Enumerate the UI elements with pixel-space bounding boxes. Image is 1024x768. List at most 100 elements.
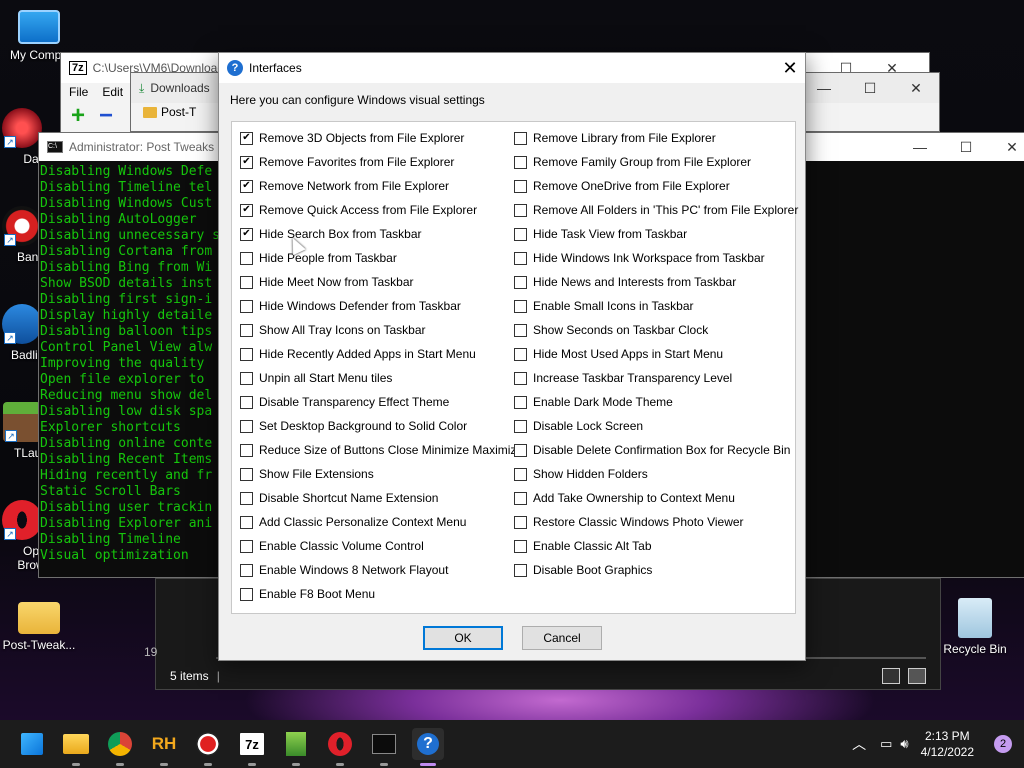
checkbox[interactable] (514, 251, 527, 265)
checkbox[interactable] (514, 275, 527, 289)
checkbox[interactable] (240, 395, 253, 409)
checkbox[interactable] (514, 323, 527, 337)
taskbar-revo-uninstaller-button[interactable]: RH (148, 728, 180, 766)
option-left_options-14[interactable]: Show File Extensions (240, 466, 374, 482)
menu-file[interactable]: File (69, 85, 88, 99)
option-left_options-1[interactable]: ✔ Remove Favorites from File Explorer (240, 154, 454, 170)
taskbar-help-button[interactable]: ? (412, 728, 444, 766)
interfaces-dialog[interactable]: ? Interfaces ✕ Here you can configure Wi… (218, 52, 806, 661)
checkbox[interactable] (514, 347, 527, 361)
details-view-icon[interactable] (882, 668, 900, 684)
checkbox[interactable] (514, 491, 527, 505)
option-left_options-15[interactable]: Disable Shortcut Name Extension (240, 490, 438, 506)
taskbar-start-button[interactable] (16, 728, 48, 760)
checkbox[interactable]: ✔ (240, 203, 253, 217)
taskbar-chrome-button[interactable] (104, 728, 136, 766)
option-left_options-10[interactable]: Unpin all Start Menu tiles (240, 370, 392, 386)
option-left_options-3[interactable]: ✔ Remove Quick Access from File Explorer (240, 202, 477, 218)
maximize-icon[interactable]: ☐ (943, 132, 989, 162)
cancel-button[interactable]: Cancel (522, 626, 602, 650)
close-icon[interactable]: ✕ (989, 132, 1024, 162)
checkbox[interactable] (514, 179, 527, 193)
option-left_options-6[interactable]: Hide Meet Now from Taskbar (240, 274, 414, 290)
option-right_options-16[interactable]: Restore Classic Windows Photo Viewer (514, 514, 744, 530)
taskbar-7zip-button[interactable]: 7z (236, 728, 268, 766)
large-icons-view-icon[interactable] (908, 668, 926, 684)
taskbar-record-button[interactable] (192, 728, 224, 766)
checkbox[interactable] (240, 275, 253, 289)
taskbar-notepad-button[interactable] (280, 728, 312, 766)
checkbox[interactable]: ✔ (240, 227, 253, 241)
option-right_options-18[interactable]: Disable Boot Graphics (514, 562, 652, 578)
checkbox[interactable] (240, 251, 253, 265)
volume-icon[interactable]: 🔊︎ (900, 736, 908, 752)
close-icon[interactable]: ✕ (775, 53, 805, 83)
checkbox[interactable] (240, 539, 253, 553)
checkbox[interactable] (514, 443, 527, 457)
checkbox[interactable] (514, 371, 527, 385)
option-right_options-6[interactable]: Hide News and Interests from Taskbar (514, 274, 736, 290)
taskbar-file-explorer-button[interactable] (60, 728, 92, 766)
checkbox[interactable] (514, 467, 527, 481)
option-left_options-13[interactable]: Reduce Size of Buttons Close Minimize Ma… (240, 442, 523, 458)
option-right_options-5[interactable]: Hide Windows Ink Workspace from Taskbar (514, 250, 765, 266)
menu-edit[interactable]: Edit (102, 85, 123, 99)
checkbox[interactable] (514, 515, 527, 529)
checkbox[interactable] (240, 299, 253, 313)
checkbox[interactable] (240, 491, 253, 505)
option-right_options-2[interactable]: Remove OneDrive from File Explorer (514, 178, 730, 194)
checkbox[interactable] (240, 515, 253, 529)
option-right_options-13[interactable]: Disable Delete Confirmation Box for Recy… (514, 442, 790, 458)
option-right_options-15[interactable]: Add Take Ownership to Context Menu (514, 490, 735, 506)
checkbox[interactable] (514, 395, 527, 409)
checkbox[interactable] (514, 227, 527, 241)
option-right_options-9[interactable]: Hide Most Used Apps in Start Menu (514, 346, 723, 362)
checkbox[interactable] (514, 539, 527, 553)
checkbox[interactable]: ✔ (240, 179, 253, 193)
option-left_options-8[interactable]: Show All Tray Icons on Taskbar (240, 322, 426, 338)
add-icon[interactable]: + (71, 104, 85, 128)
ok-button[interactable]: OK (423, 626, 503, 650)
checkbox[interactable]: ✔ (240, 155, 253, 169)
checkbox[interactable] (240, 419, 253, 433)
option-right_options-3[interactable]: Remove All Folders in 'This PC' from Fil… (514, 202, 798, 218)
checkbox[interactable] (240, 323, 253, 337)
checkbox[interactable] (240, 587, 253, 601)
maximize-icon[interactable]: ☐ (847, 73, 893, 103)
notification-badge[interactable]: 2 (994, 735, 1012, 753)
minimize-icon[interactable]: — (801, 73, 847, 103)
option-left_options-0[interactable]: ✔ Remove 3D Objects from File Explorer (240, 130, 464, 146)
checkbox[interactable] (240, 371, 253, 385)
checkbox[interactable] (514, 131, 527, 145)
taskbar-terminal-button[interactable] (368, 728, 400, 766)
option-right_options-8[interactable]: Show Seconds on Taskbar Clock (514, 322, 708, 338)
checkbox[interactable] (240, 563, 253, 577)
minimize-icon[interactable]: — (897, 132, 943, 162)
option-left_options-16[interactable]: Add Classic Personalize Context Menu (240, 514, 466, 530)
option-left_options-19[interactable]: Enable F8 Boot Menu (240, 586, 375, 602)
option-left_options-11[interactable]: Disable Transparency Effect Theme (240, 394, 449, 410)
option-left_options-5[interactable]: Hide People from Taskbar (240, 250, 397, 266)
checkbox[interactable] (514, 563, 527, 577)
network-icon[interactable]: ▭ (880, 736, 892, 752)
desktop-icon-recycle-bin[interactable]: Recycle Bin (935, 598, 1015, 656)
checkbox[interactable] (514, 155, 527, 169)
option-right_options-4[interactable]: Hide Task View from Taskbar (514, 226, 687, 242)
taskbar-opera-button[interactable] (324, 728, 356, 766)
checkbox[interactable]: ✔ (240, 131, 253, 145)
option-right_options-1[interactable]: Remove Family Group from File Explorer (514, 154, 751, 170)
downloads-folder-item[interactable]: Post-T (161, 105, 196, 119)
checkbox[interactable] (514, 203, 527, 217)
option-right_options-10[interactable]: Increase Taskbar Transparency Level (514, 370, 732, 386)
option-right_options-11[interactable]: Enable Dark Mode Theme (514, 394, 673, 410)
option-left_options-4[interactable]: ✔ Hide Search Box from Taskbar (240, 226, 422, 242)
checkbox[interactable] (240, 347, 253, 361)
option-left_options-17[interactable]: Enable Classic Volume Control (240, 538, 424, 554)
option-left_options-18[interactable]: Enable Windows 8 Network Flayout (240, 562, 448, 578)
checkbox[interactable] (514, 419, 527, 433)
option-right_options-17[interactable]: Enable Classic Alt Tab (514, 538, 652, 554)
option-left_options-7[interactable]: Hide Windows Defender from Taskbar (240, 298, 461, 314)
checkbox[interactable] (240, 467, 253, 481)
option-left_options-12[interactable]: Set Desktop Background to Solid Color (240, 418, 467, 434)
clock[interactable]: 2:13 PM 4/12/2022 (921, 728, 974, 760)
